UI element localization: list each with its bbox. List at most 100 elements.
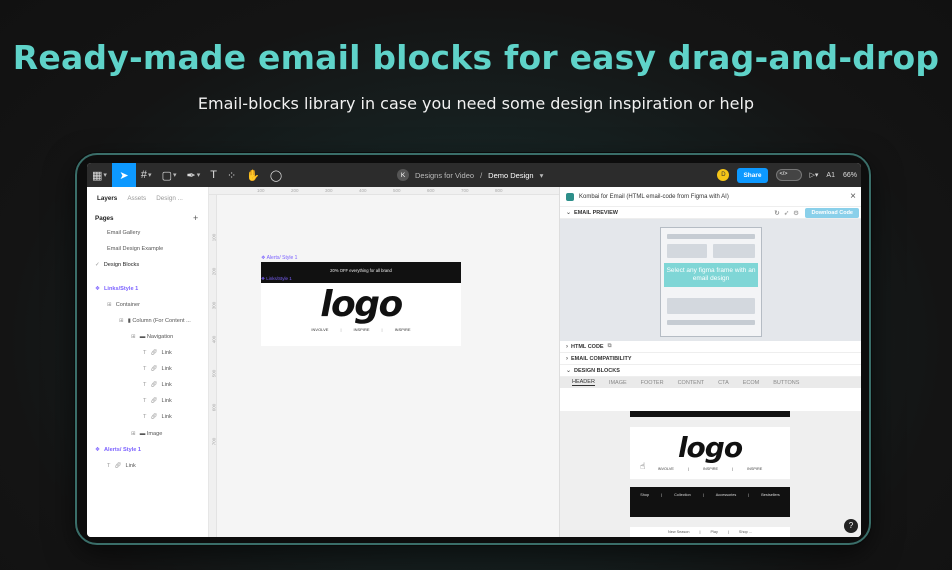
copy-icon[interactable]: ⧉ <box>608 343 612 350</box>
select-frame-callout: Select any figma frame with an email des… <box>664 263 758 287</box>
layer-row[interactable]: T 🔗︎ Link <box>143 382 172 388</box>
nav-link[interactable]: INSPIRE <box>354 327 370 332</box>
tab-assets[interactable]: Assets <box>127 195 146 202</box>
mock-line <box>667 320 755 325</box>
chevron-down-icon: ⌄ <box>566 210 572 216</box>
hero-title: Ready-made email blocks for easy drag-an… <box>12 38 940 77</box>
close-icon[interactable]: × <box>850 191 856 202</box>
ruler-tick: 200 <box>211 267 217 276</box>
layer-row[interactable]: T 🔗︎ Link <box>143 350 172 356</box>
compat-header[interactable]: › EMAIL COMPATIBILITY <box>560 353 861 365</box>
layer-row[interactable]: T 🔗︎ Link <box>143 398 172 404</box>
layer-row[interactable]: ❖ Alerts/ Style 1 <box>95 447 141 453</box>
section-title: DESIGN BLOCKS <box>574 367 620 374</box>
layers-panel: Layers Assets Design ... Pages + Email G… <box>87 187 209 537</box>
frame-tool-button[interactable]: # ▾ <box>136 163 157 187</box>
design-canvas[interactable]: 100 200 300 400 500 600 700 800 100 200 … <box>209 187 559 537</box>
tab-layers[interactable]: Layers <box>97 195 117 202</box>
resources-icon: ⁘ <box>226 169 237 182</box>
ai-label[interactable]: A1 <box>826 172 835 179</box>
zoom-level[interactable]: 66% <box>843 172 857 179</box>
nav-link: Collection <box>674 493 691 497</box>
nav-separator: | <box>702 493 704 497</box>
nav-separator: | <box>687 467 689 471</box>
tab-footer[interactable]: FOOTER <box>641 380 664 386</box>
layer-row[interactable]: ⊞ ▬ Image <box>131 431 162 437</box>
nav-link[interactable]: INVOLVE <box>311 327 328 332</box>
help-button[interactable]: ? <box>844 519 858 533</box>
email-frame[interactable]: 20% OFF everything for all brand ❖ Links… <box>261 262 461 346</box>
email-preview-header[interactable]: ⌄ EMAIL PREVIEW ↻➶⚙ Download Code <box>560 207 861 219</box>
gear-icon[interactable]: ⚙ <box>793 210 803 217</box>
mock-line <box>667 234 755 239</box>
pen-icon: ✒ <box>186 169 196 182</box>
block-light-nav: New Season | Play | Shop ... <box>630 527 790 534</box>
chevron-right-icon: › <box>566 343 568 350</box>
tab-image[interactable]: IMAGE <box>609 380 627 386</box>
comment-tool-button[interactable]: ◯ <box>265 163 287 187</box>
ruler-tick: 700 <box>461 188 469 193</box>
nav-icon: ▬ <box>139 334 147 340</box>
dev-mode-toggle[interactable] <box>775 169 802 181</box>
email-nav: INVOLVE | INSPIRE | INSPIRE <box>261 327 461 332</box>
text-tool-button[interactable]: T <box>205 163 222 187</box>
breadcrumb: K Designs for Video / Demo Design ▾ <box>397 163 543 187</box>
refresh-icon[interactable]: ↻ <box>774 210 783 217</box>
tab-header[interactable]: HEADER <box>572 379 595 386</box>
tab-ecom[interactable]: ECOM <box>743 380 760 386</box>
block-card[interactable]: logo INVOLVE | INSPIRE | INSPIRE <box>630 427 790 479</box>
tab-cta[interactable]: CTA <box>718 380 729 386</box>
frame-label[interactable]: ❖ Alerts/ Style 1 <box>261 255 297 261</box>
link-icon: 🔗︎ <box>150 414 158 420</box>
page-item[interactable]: Email Design Example <box>107 246 163 252</box>
email-logo[interactable]: logo <box>261 285 461 325</box>
nav-link[interactable]: INSPIRE <box>395 327 411 332</box>
chevron-right-icon: › <box>566 355 568 362</box>
nav-link: Accessories <box>715 493 737 497</box>
collaborator-avatar[interactable]: D <box>717 169 730 181</box>
pen-tool-button[interactable]: ✒ ▾ <box>181 163 205 187</box>
layer-label: Navigation <box>146 334 174 340</box>
plugin-panel: Kombai for Email (HTML email-code from F… <box>559 187 861 537</box>
block-dark-nav: Shop | Collection | Accessories | Bestse… <box>630 487 790 497</box>
hand-tool-button[interactable]: ✋ <box>241 163 265 187</box>
block-card[interactable]: Shop | Collection | Accessories | Bestse… <box>630 487 790 517</box>
chevron-down-icon[interactable]: ▾ <box>540 171 544 180</box>
nav-link: Shop <box>640 493 650 497</box>
blocks-list: logo INVOLVE | INSPIRE | INSPIRE ☝ Shop … <box>560 411 861 537</box>
project-name[interactable]: Designs for Video <box>415 171 474 180</box>
send-icon[interactable]: ➶ <box>784 210 793 217</box>
layer-row[interactable]: T 🔗︎ Link <box>107 463 136 469</box>
layer-row[interactable]: T 🔗︎ Link <box>143 414 172 420</box>
shape-tool-button[interactable]: ▢ ▾ <box>157 163 182 187</box>
download-code-button[interactable]: Download Code <box>805 208 859 218</box>
layer-row[interactable]: ⊞ ▬ Navigation <box>131 334 173 340</box>
layer-row[interactable]: ⊞ ▮ Column (For Content ... <box>119 318 191 324</box>
nav-link: Bestsellers <box>761 493 780 497</box>
layer-label: Link <box>161 398 172 404</box>
tab-content[interactable]: CONTENT <box>678 380 705 386</box>
layer-row[interactable]: ❖ Links/Style 1 <box>95 286 138 292</box>
share-button[interactable]: Share <box>737 167 768 183</box>
layer-label: Column (For Content ... <box>132 318 191 324</box>
page-item-selected[interactable]: ✓ Design Blocks <box>95 262 139 268</box>
html-code-header[interactable]: › HTML CODE ⧉ <box>560 341 861 353</box>
resources-button[interactable]: ⁘ <box>222 163 241 187</box>
add-page-icon[interactable]: + <box>193 213 198 223</box>
page-item[interactable]: Email Gallery <box>107 230 140 236</box>
move-tool-button[interactable]: ➤ <box>111 163 136 187</box>
block-card[interactable] <box>630 411 790 417</box>
text-icon: T <box>143 414 147 420</box>
ruler-tick: 400 <box>359 188 367 193</box>
tab-buttons[interactable]: BUTTONS <box>773 380 799 386</box>
design-blocks-header[interactable]: ⌄ DESIGN BLOCKS <box>560 365 861 377</box>
alert-bar[interactable]: 20% OFF everything for all brand ❖ Links… <box>261 262 461 283</box>
block-card[interactable]: New Season | Play | Shop ... <box>630 527 790 537</box>
tab-design[interactable]: Design ... <box>156 195 183 202</box>
document-name[interactable]: Demo Design <box>488 171 533 180</box>
present-icon[interactable]: ▷▾ <box>810 171 819 179</box>
layer-row[interactable]: ⊞ Container <box>107 302 140 308</box>
layer-row[interactable]: T 🔗︎ Link <box>143 366 172 372</box>
main-menu-button[interactable]: ▦ ▾ <box>87 163 112 187</box>
page-label: Design Blocks <box>103 262 140 268</box>
